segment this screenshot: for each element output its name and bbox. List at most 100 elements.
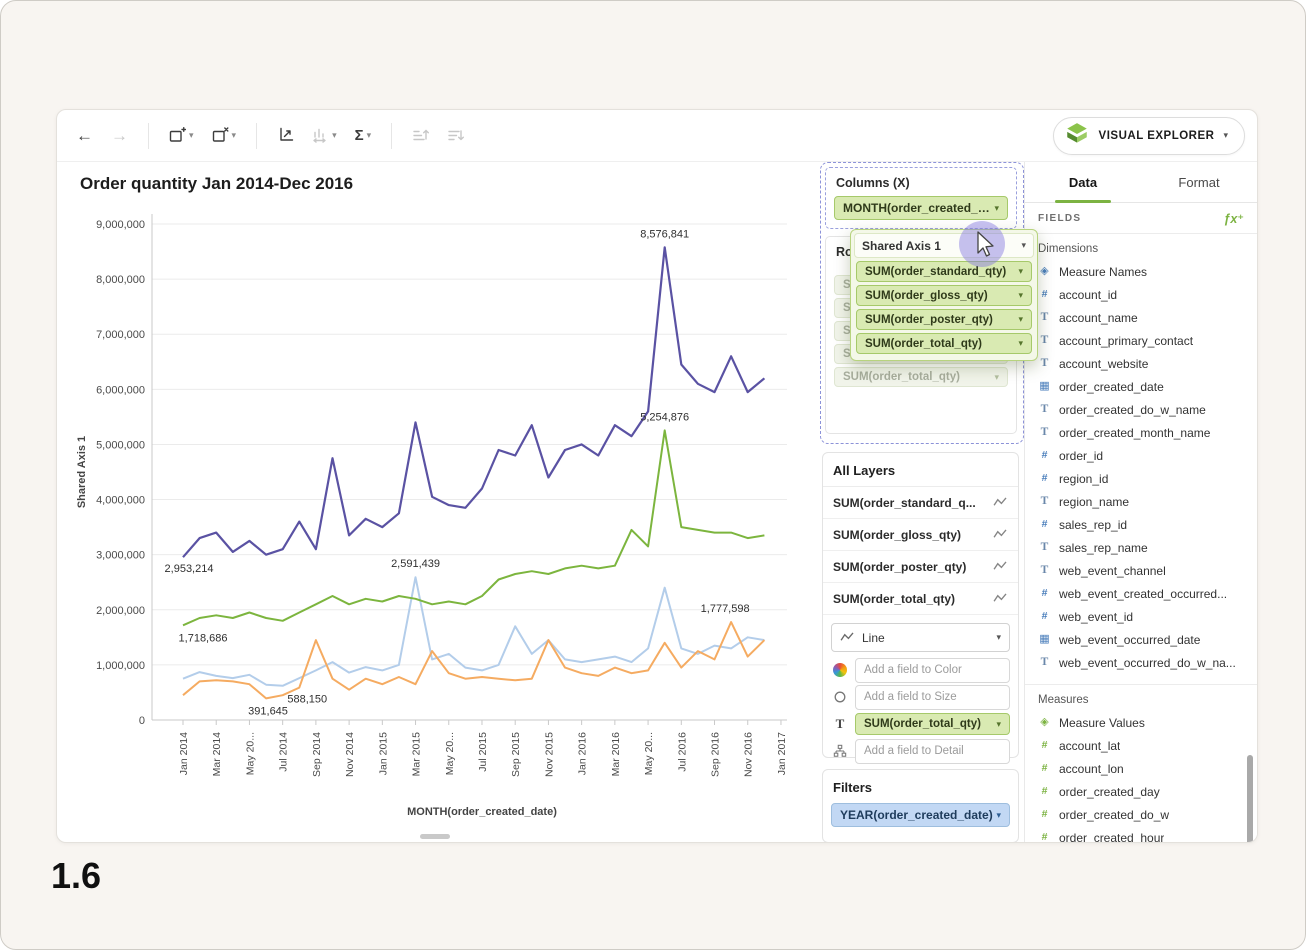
shared-axis-popup-header[interactable]: Shared Axis 1 [854, 233, 1034, 258]
dimension-field[interactable]: region_id [1025, 467, 1257, 490]
popup-measure-pill[interactable]: SUM(order_gloss_qty) [856, 285, 1032, 306]
line-chart[interactable]: 01,000,0002,000,0003,000,0004,000,0005,0… [71, 202, 811, 832]
toolbar-divider [256, 123, 257, 149]
svg-text:MONTH(order_created_date): MONTH(order_created_date) [407, 806, 557, 818]
fields-label: FIELDS [1038, 213, 1223, 224]
toolbar-divider [148, 123, 149, 149]
field-type-icon [1038, 404, 1051, 416]
text-icon [831, 716, 849, 732]
sidebar-tab[interactable]: Format [1141, 162, 1257, 202]
sort-descending-button[interactable] [440, 122, 471, 149]
field-type-icon [1038, 358, 1051, 370]
all-layers-panel: All Layers SUM(order_standard_q... SUM(o… [822, 452, 1019, 758]
svg-text:Jul 2015: Jul 2015 [477, 732, 489, 772]
chevron-down-icon [1018, 291, 1023, 300]
sidebar-scrollbar[interactable] [1247, 755, 1253, 843]
dimension-field[interactable]: order_created_month_name [1025, 421, 1257, 444]
visual-explorer-logo-icon [1064, 121, 1090, 150]
measure-field[interactable]: account_lat [1025, 734, 1257, 757]
svg-text:7,000,000: 7,000,000 [96, 329, 145, 341]
dimension-field[interactable]: sales_rep_name [1025, 536, 1257, 559]
text-field-pill[interactable]: SUM(order_total_qty) [855, 713, 1010, 735]
measures-label: Measures [1025, 685, 1257, 711]
field-type-icon [1038, 381, 1051, 392]
dimension-field[interactable]: Measure Names [1025, 260, 1257, 283]
dimension-field[interactable]: web_event_id [1025, 605, 1257, 628]
layer-list: SUM(order_standard_q... SUM(order_gloss_… [823, 487, 1018, 615]
measure-field[interactable]: order_created_hour [1025, 826, 1257, 842]
visual-explorer-menu-button[interactable]: VISUAL EXPLORER [1053, 117, 1245, 155]
layer-row[interactable]: SUM(order_total_qty) [823, 583, 1018, 615]
remove-visualization-button[interactable] [205, 122, 244, 149]
svg-text:May 20...: May 20... [244, 732, 256, 775]
svg-text:4,000,000: 4,000,000 [96, 495, 145, 507]
svg-text:8,000,000: 8,000,000 [96, 274, 145, 286]
sort-ascending-icon [412, 127, 429, 144]
dimension-field[interactable]: sales_rep_id [1025, 513, 1257, 536]
layer-row[interactable]: SUM(order_poster_qty) [823, 551, 1018, 583]
series-SUM(order_gloss_qty) [183, 577, 764, 686]
svg-text:Mar 2015: Mar 2015 [411, 732, 423, 777]
svg-text:Jan 2017: Jan 2017 [776, 732, 788, 775]
dimension-field[interactable]: account_website [1025, 352, 1257, 375]
dimension-field[interactable]: account_primary_contact [1025, 329, 1257, 352]
popup-measure-pill[interactable]: SUM(order_standard_qty) [856, 261, 1032, 282]
toolbar-divider [391, 123, 392, 149]
detail-field-target[interactable]: Add a field to Detail [855, 739, 1010, 764]
measure-field[interactable]: order_created_day [1025, 780, 1257, 803]
resize-bars-button[interactable] [305, 122, 344, 149]
popup-measure-pill[interactable]: SUM(order_total_qty) [856, 333, 1032, 354]
dimension-field[interactable]: region_name [1025, 490, 1257, 513]
point-annotation: 2,953,214 [165, 563, 214, 575]
add-calculated-field-icon[interactable]: ƒx⁺ [1223, 211, 1244, 226]
detail-icon [831, 744, 849, 758]
point-annotation: 8,576,841 [640, 228, 689, 240]
dimension-field[interactable]: web_event_occurred_date [1025, 628, 1257, 651]
point-annotation: 391,645 [248, 705, 288, 717]
back-arrow-icon: ← [76, 127, 93, 144]
forward-arrow-icon: → [111, 127, 128, 144]
dimension-field[interactable]: account_id [1025, 283, 1257, 306]
svg-text:5,000,000: 5,000,000 [96, 439, 145, 451]
back-button[interactable]: ← [69, 122, 100, 149]
svg-text:Nov 2015: Nov 2015 [543, 732, 555, 777]
dimension-field[interactable]: order_created_do_w_name [1025, 398, 1257, 421]
columns-pill-month[interactable]: MONTH(order_created_d... [834, 196, 1008, 220]
field-type-icon [1038, 473, 1051, 484]
edit-axes-button[interactable] [270, 122, 301, 149]
dimension-field[interactable]: web_event_occurred_do_w_na... [1025, 651, 1257, 674]
dimension-field[interactable]: account_name [1025, 306, 1257, 329]
filter-pill-year[interactable]: YEAR(order_created_date) [831, 803, 1010, 827]
dimension-field[interactable]: web_event_channel [1025, 559, 1257, 582]
rows-pill[interactable]: SUM(order_total_qty) [834, 367, 1008, 387]
dimension-field[interactable]: order_created_date [1025, 375, 1257, 398]
field-type-icon [1038, 542, 1051, 554]
dimension-field[interactable]: order_id [1025, 444, 1257, 467]
svg-text:Nov 2014: Nov 2014 [344, 732, 356, 777]
axes-icon [277, 127, 294, 144]
field-type-icon [1038, 611, 1051, 622]
toolbar: ← → [57, 110, 1257, 162]
filters-title: Filters [823, 770, 1018, 801]
mark-type-select[interactable]: Line [831, 623, 1010, 652]
horizontal-scrollbar[interactable] [420, 834, 450, 839]
svg-text:Nov 2016: Nov 2016 [743, 732, 755, 777]
layer-row[interactable]: SUM(order_standard_q... [823, 487, 1018, 519]
forward-button[interactable]: → [104, 122, 135, 149]
field-type-icon [1038, 717, 1051, 728]
field-type-icon [1038, 335, 1051, 347]
size-field-target[interactable]: Add a field to Size [855, 685, 1010, 710]
aggregate-button[interactable]: Σ [348, 123, 379, 148]
measure-field[interactable]: Measure Values [1025, 711, 1257, 734]
color-field-target[interactable]: Add a field to Color [855, 658, 1010, 683]
add-visualization-button[interactable] [162, 122, 201, 149]
dimensions-list: Measure Names account_id account_name [1025, 260, 1257, 674]
dimension-field[interactable]: web_event_created_occurred... [1025, 582, 1257, 605]
line-mark-icon [993, 497, 1008, 508]
sort-ascending-button[interactable] [405, 122, 436, 149]
layer-row[interactable]: SUM(order_gloss_qty) [823, 519, 1018, 551]
sidebar-tab[interactable]: Data [1025, 162, 1141, 202]
measure-field[interactable]: order_created_do_w [1025, 803, 1257, 826]
measure-field[interactable]: account_lon [1025, 757, 1257, 780]
popup-measure-pill[interactable]: SUM(order_poster_qty) [856, 309, 1032, 330]
